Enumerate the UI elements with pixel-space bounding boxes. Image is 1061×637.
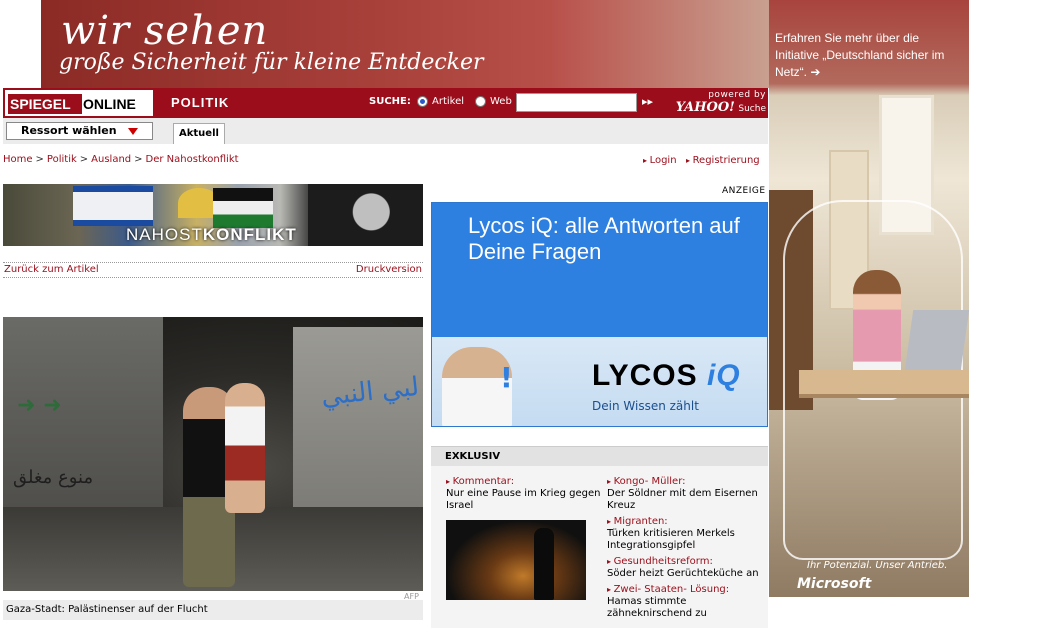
ad-table-illustration bbox=[799, 370, 969, 398]
print-version-link[interactable]: Druckversion bbox=[356, 264, 422, 275]
exklusiv-kicker: Zwei- Staaten- Lösung: bbox=[607, 584, 729, 595]
search-label: SUCHE: bbox=[369, 96, 411, 107]
tab-aktuell[interactable]: Aktuell bbox=[173, 123, 225, 144]
photo-graffiti: منوع مغلق bbox=[13, 467, 94, 488]
breadcrumb-separator: > bbox=[79, 154, 89, 165]
skyscraper-ad[interactable]: Erfahren Sie mehr über die Initiative „D… bbox=[769, 0, 969, 597]
ad-headline: wir sehen bbox=[61, 8, 269, 54]
ressort-dropdown[interactable]: Ressort wählen bbox=[6, 122, 153, 140]
lycos-logo: LYCOS iQ bbox=[592, 359, 741, 393]
flag-illustration bbox=[73, 186, 153, 226]
ad-label: ANZEIGE bbox=[722, 186, 766, 196]
photo-arrows-graffiti: ➜ ➜ bbox=[17, 393, 62, 418]
login-link[interactable]: Login bbox=[643, 155, 677, 166]
radio-artikel[interactable] bbox=[417, 96, 428, 107]
divider bbox=[3, 277, 423, 278]
section-title[interactable]: POLITIK bbox=[171, 95, 229, 110]
radio-artikel-label: Artikel bbox=[432, 96, 465, 107]
exklusiv-item[interactable]: Kommentar: Nur eine Pause im Krieg gegen… bbox=[446, 476, 611, 512]
logo-spiegel: SPIEGEL bbox=[8, 94, 82, 114]
exklusiv-box: EXKLUSIV Kommentar: Nur eine Pause im Kr… bbox=[431, 446, 768, 628]
ad-subline: große Sicherheit für kleine Entdecker bbox=[59, 50, 484, 75]
yahoo-search-badge: powered by YAHOO! Suche bbox=[670, 90, 766, 116]
lycos-headline: Lycos iQ: alle Antworten auf Deine Frage… bbox=[468, 213, 740, 264]
exklusiv-item[interactable]: Gesundheitsreform: Söder heizt Gerüchtek… bbox=[607, 556, 772, 580]
exklusiv-item[interactable]: Kongo- Müller: Der Söldner mit dem Eiser… bbox=[607, 476, 772, 512]
nahostkonflikt-banner[interactable]: NAHOSTKONFLIKT bbox=[3, 184, 423, 246]
ressort-label: Ressort wählen bbox=[21, 124, 117, 137]
top-banner-ad[interactable]: wir sehen große Sicherheit für kleine En… bbox=[41, 0, 769, 88]
soldier-silhouette bbox=[534, 528, 554, 600]
microsoft-logo: Microsoft bbox=[797, 576, 872, 592]
banner-caption-bold: KONFLIKT bbox=[202, 225, 297, 244]
breadcrumb-nahostkonflikt[interactable]: Der Nahostkonflikt bbox=[146, 154, 239, 165]
chevron-down-icon bbox=[128, 128, 138, 135]
flag-illustration bbox=[213, 188, 273, 228]
exklusiv-kicker: Gesundheitsreform: bbox=[607, 556, 713, 567]
breadcrumb-separator: > bbox=[35, 154, 44, 165]
lycos-logo-iq: iQ bbox=[706, 359, 741, 392]
search-submit-button[interactable]: ▸▸ bbox=[642, 95, 653, 108]
lycos-iq-ad[interactable]: Lycos iQ: alle Antworten auf Deine Frage… bbox=[431, 202, 768, 427]
divider bbox=[3, 262, 423, 263]
article-photo: ➜ ➜ لبي النبي منوع مغلق bbox=[3, 317, 423, 591]
yahoo-logo: YAHOO! bbox=[675, 100, 735, 115]
lycos-ad-top: Lycos iQ: alle Antworten auf Deine Frage… bbox=[432, 203, 767, 337]
lycos-slogan: Dein Wissen zählt bbox=[592, 399, 699, 413]
spiegel-online-logo[interactable]: SPIEGEL ONLINE bbox=[3, 88, 155, 118]
ad-text[interactable]: Erfahren Sie mehr über die Initiative „D… bbox=[775, 30, 961, 81]
photo-wall-left bbox=[3, 317, 163, 527]
exklusiv-kicker: Kongo- Müller: bbox=[607, 476, 686, 487]
photo-boy-figure bbox=[225, 383, 265, 513]
site-header: SPIEGEL ONLINE POLITIK SUCHE: Artikel We… bbox=[3, 88, 768, 118]
exklusiv-item[interactable]: Zwei- Staaten- Lösung: Hamas stimmte zäh… bbox=[607, 584, 772, 620]
radio-web-label: Web bbox=[490, 96, 512, 107]
breadcrumb-home[interactable]: Home bbox=[3, 154, 33, 165]
yahoo-suche-label: Suche bbox=[738, 104, 766, 114]
exklusiv-title: EXKLUSIV bbox=[431, 446, 768, 466]
exklusiv-headline: Söder heizt Gerüchteküche an bbox=[607, 568, 759, 579]
radio-web[interactable] bbox=[475, 96, 486, 107]
breadcrumb-separator: > bbox=[134, 154, 143, 165]
exklusiv-headline: Der Söldner mit dem Eisernen Kreuz bbox=[607, 488, 758, 511]
sub-navigation: Ressort wählen Aktuell bbox=[3, 118, 768, 144]
masked-face-illustration bbox=[308, 184, 423, 246]
banner-caption-prefix: NAHOST bbox=[126, 225, 203, 244]
back-to-article-link[interactable]: Zurück zum Artikel bbox=[4, 264, 99, 275]
breadcrumb-politik[interactable]: Politik bbox=[47, 154, 77, 165]
photo-caption: Gaza-Stadt: Palästinenser auf der Flucht bbox=[3, 600, 423, 620]
exklusiv-kicker: Migranten: bbox=[607, 516, 668, 527]
photo-wall-right bbox=[293, 327, 423, 517]
lycos-logo-text: LYCOS bbox=[592, 359, 698, 392]
exklusiv-headline: Türken kritisieren Merkels Integrationsg… bbox=[607, 528, 735, 551]
search-input[interactable] bbox=[516, 93, 637, 112]
exklusiv-headline: Nur eine Pause im Krieg gegen Israel bbox=[446, 488, 601, 511]
exklusiv-item[interactable]: Migranten: Türken kritisieren Merkels In… bbox=[607, 516, 772, 552]
exklusiv-photo[interactable] bbox=[446, 520, 586, 600]
exklusiv-kicker: Kommentar: bbox=[446, 476, 514, 487]
breadcrumb-ausland[interactable]: Ausland bbox=[91, 154, 131, 165]
logo-online: ONLINE bbox=[83, 96, 136, 112]
ad-laptop-illustration bbox=[904, 310, 969, 370]
banner-caption: NAHOSTKONFLIKT bbox=[126, 225, 297, 245]
powered-by-label: powered by bbox=[708, 90, 766, 100]
exclamation-icon: ! bbox=[500, 361, 513, 394]
breadcrumb: Home > Politik > Ausland > Der Nahostkonflikt bbox=[3, 154, 239, 165]
lycos-ad-bottom: ! LYCOS iQ Dein Wissen zählt bbox=[432, 337, 767, 426]
ad-tagline: Ihr Potenzial. Unser Antrieb. bbox=[807, 560, 948, 571]
exklusiv-headline: Hamas stimmte zähneknirschend zu bbox=[607, 596, 707, 619]
register-link[interactable]: Registrierung bbox=[686, 155, 760, 166]
